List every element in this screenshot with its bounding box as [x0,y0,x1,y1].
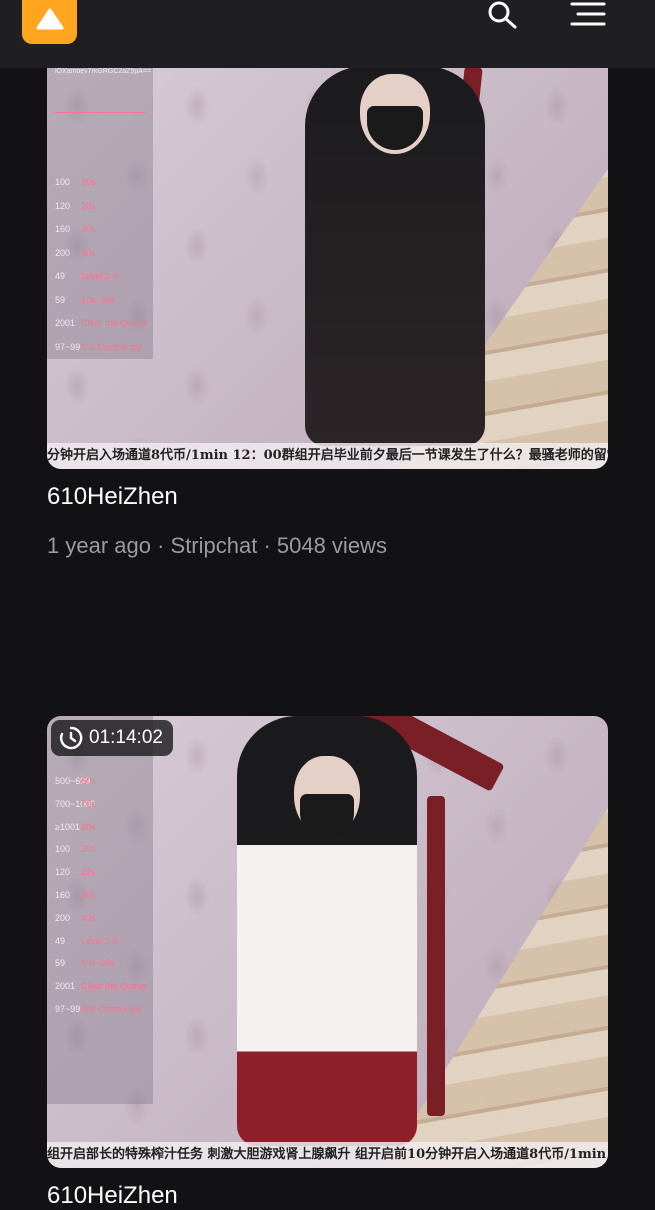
thumbnail-person [305,66,485,446]
tip-amount: 160 [55,224,71,234]
tip-menu-row: 100 20s [55,177,151,191]
tip-amount: 700~1000 [55,798,96,809]
tip-duration: 20s [81,177,96,187]
tip-amount: 59 [55,294,66,305]
tip-menu-row: 100 20s [55,844,151,858]
tip-duration: 10s~60s [81,294,116,305]
tip-duration: 40s Control toy [81,1004,142,1014]
duration-text: 01:14:02 [89,727,163,748]
tip-menu-row: 2001 Clear the Queue [55,318,151,332]
video-card[interactable]: iOXamoev7rkGRGC2aZ5pA== 100 20s 120 20s 160 3… [47,66,608,559]
tip-amount: 97~99 [55,341,81,352]
tip-duration: 40s [81,912,96,923]
overlay-divider [55,112,145,113]
tip-duration: 22s [81,867,96,878]
tip-amount: 59 [55,958,66,969]
tip-menu-row: 120 20s [55,201,151,215]
tip-amount: 100 [55,844,71,855]
thumbnail-person [237,716,417,1146]
tip-menu-row: 97~9940s Control toy [55,1004,151,1018]
tip-menu-row: 160 30s [55,224,151,238]
tip-amount: 97~99 [55,1004,81,1014]
tip-amount: 120 [55,200,71,211]
tip-amount: 49 [55,935,66,946]
video-title[interactable]: 610HeiZhen [47,483,608,511]
tip-duration: 70s [81,798,96,809]
triangle-logo-icon [36,8,64,30]
tip-menu-row: ≥100180s [55,822,151,836]
site-logo[interactable] [22,0,77,44]
tip-menu-overlay: 500~69960s 700~100070s ≥100180s 100 20s 120 22… [47,716,153,1104]
tip-duration: 60s [81,776,96,786]
tip-menu-row: 200 40s [55,248,151,262]
hamburger-menu-icon [570,2,606,26]
tip-amount: 200 [55,912,71,923]
tip-menu-row: 2001 Clear the Queue [55,981,151,995]
scrolling-ticker: 组开启部长的特殊榨汁任务 刺激大胆游戏肾上腺飙升 组开启前10分钟开启入场通道8… [47,1142,608,1168]
tip-duration: Level 1-6 [81,271,119,281]
overlay-code: iOXamoev7rkGRGC2aZ5pA== [55,68,152,75]
tip-menu-row: 160 30s [55,890,151,904]
tip-amount: ≥1001 [55,821,80,832]
tip-menu-overlay: iOXamoev7rkGRGC2aZ5pA== 100 20s 120 20s 160 3… [47,66,153,359]
tip-duration: 30s [81,224,96,234]
tip-amount: 200 [55,247,71,258]
tip-amount: 120 [55,867,71,878]
tip-menu-row: 49 Level 1-6 [55,271,151,285]
video-thumbnail[interactable]: 500~69960s 700~100070s ≥100180s 100 20s 120 22… [47,716,608,1168]
tip-duration: Clear the Queue [81,981,148,992]
tip-menu-row: 700~100070s [55,799,151,813]
tip-amount: 2001 [55,318,76,328]
video-title[interactable]: 610HeiZhen [47,1182,608,1210]
tip-menu-row: 59 10s~60s [55,295,151,309]
clock-icon [60,726,83,750]
menu-button[interactable] [568,0,608,30]
tip-duration: 40s [81,247,96,258]
tip-menu-row: 200 40s [55,913,151,927]
tip-duration: Level 1-6 [81,935,119,946]
tip-menu-row: 500~69960s [55,776,151,790]
tip-amount: 160 [55,890,71,900]
tip-amount: 100 [55,177,71,187]
video-thumbnail[interactable]: iOXamoev7rkGRGC2aZ5pA== 100 20s 120 20s 160 3… [47,66,608,469]
scrolling-ticker: 分钟开启入场通道8代币/1min 12：00群组开启毕业前夕最后一节课发生了什么… [47,443,608,469]
search-button[interactable] [486,0,520,30]
tip-amount: 49 [55,271,66,281]
tip-duration: 30s [81,890,96,900]
thumbnail-railing-post [427,796,445,1116]
tip-duration: 20s [81,200,96,211]
top-navigation-bar [0,0,655,68]
video-card[interactable]: 500~69960s 700~100070s ≥100180s 100 20s 120 22… [47,716,608,1210]
tip-duration: 10s Control toy [81,341,142,352]
tip-menu-row: 120 22s [55,867,151,881]
tip-amount: 2001 [55,981,76,992]
video-meta: 1 year ago · Stripchat · 5048 views [47,533,387,558]
tip-menu-row: 59 10s~60s [55,958,151,972]
tip-menu-row: 49 Level 1-6 [55,936,151,950]
tip-duration: 80s [81,821,96,832]
duration-badge: 01:14:02 [51,720,173,756]
search-icon [488,1,517,29]
tip-menu-row: 97~9910s Control toy [55,342,151,356]
tip-duration: 20s [81,844,96,855]
tip-duration: Clear the Queue [81,318,148,328]
tip-duration: 10s~60s [81,958,116,969]
tip-amount: 500~699 [55,776,91,786]
